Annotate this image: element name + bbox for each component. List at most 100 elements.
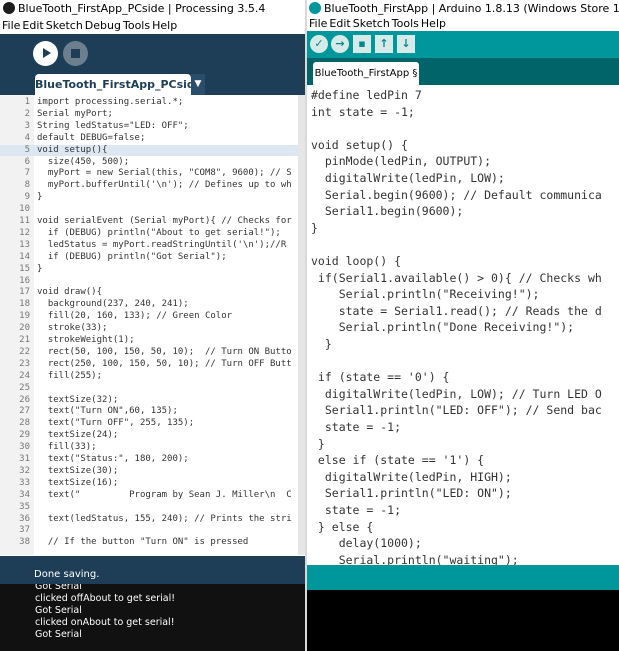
arduino-code-line: state = Serial1.read(); // Reads the d [311,303,602,318]
code-text: default DEBUG=false; [37,132,146,143]
line-number: 27 [19,406,30,417]
processing-code-line: 14 if (DEBUG) println("Got Serial"); [0,252,298,263]
arduino-code-line: void setup() { [311,137,408,152]
line-number: 19 [19,311,30,322]
arduino-code-line: Serial1.begin(9600); [311,204,464,219]
code-text: fill(255); [37,370,103,381]
arduino-window: BlueTooth_FirstApp | Arduino 1.8.13 (Win… [307,0,619,651]
processing-menubar: File Edit Sketch Debug Tools Help [0,17,305,34]
processing-code-line: 1 import processing.serial.*; [0,97,298,108]
arduino-code-line: #define ledPin 7 [311,88,422,102]
line-number: 5 [24,144,30,155]
tab-arduino-sketch[interactable]: BlueTooth_FirstApp § [313,62,419,85]
new-icon[interactable]: ▪ [353,35,371,53]
arduino-code-line: state = -1; [311,420,402,434]
open-icon[interactable]: ↑ [375,35,393,53]
arduino-console [307,590,619,651]
processing-code-line: 20 stroke(33); [0,323,298,334]
line-number: 34 [19,489,30,500]
processing-editor-scrollbar[interactable] [298,95,305,555]
code-text: textSize(24); [37,430,119,441]
console-line: Got Serial [35,605,82,616]
code-text: text(" Program by Sean J. Miller\n C [37,489,292,500]
verify-icon[interactable]: ✓ [310,35,328,53]
processing-menu-tools[interactable]: Tools [123,19,150,32]
line-number: 12 [19,227,30,238]
processing-menu-edit[interactable]: Edit [22,19,43,32]
upload-icon[interactable]: → [331,35,349,53]
line-number: 31 [19,454,30,464]
processing-code-line: 9} [0,192,298,203]
arduino-menu-edit[interactable]: Edit [329,17,350,30]
arduino-code-line: else if (state == '1') { [311,453,485,468]
processing-menu-sketch[interactable]: Sketch [46,19,83,32]
processing-menu-debug[interactable]: Debug [85,19,121,32]
code-text: String ledStatus="LED: OFF"; [37,120,189,131]
line-number: 25 [19,382,30,393]
arduino-code-line [311,120,619,137]
arduino-code-line: Serial1.println("LED: ON"); [311,486,512,501]
line-number: 7 [24,168,30,179]
arduino-code-line [311,353,619,370]
line-number: 6 [24,156,30,167]
code-text: text(ledStatus, 155, 240); // Prints the… [37,513,292,524]
arduino-code-line: int state = -1; [311,104,415,119]
processing-code-line: 12 if (DEBUG) println("About to get seri… [0,228,298,239]
line-number: 2 [24,108,30,119]
code-text: void setup(){ [37,144,108,155]
code-text: myPort = new Serial(this, "COM8", 9600);… [37,168,292,179]
arduino-code-editor[interactable]: #define ledPin 7 int state = -1; void setu… [307,85,619,565]
arduino-code-line: Serial.println("waiting"); [311,552,519,565]
processing-code-line: 7 myPort = new Serial(this, "COM8", 9600… [0,168,298,179]
processing-status-bar: Done saving. [0,566,305,584]
processing-menu-file[interactable]: File [2,19,20,32]
arduino-code-line [311,236,619,253]
arduino-code-line: } [311,436,325,451]
processing-code-editor[interactable]: 1 import processing.serial.*; 2 Serial myPo… [0,95,298,555]
line-number: 29 [19,430,30,441]
processing-window-title: BlueTooth_FirstApp_PCside | Processing 3… [18,2,266,15]
code-text: // If the button "Turn ON" is pressed [37,537,249,548]
run-button[interactable] [33,41,58,66]
arduino-titlebar: BlueTooth_FirstApp | Arduino 1.8.13 (Win… [307,0,619,17]
line-number: 35 [19,501,30,512]
arduino-menu-help[interactable]: Help [421,17,446,30]
arduino-code-line: } [311,220,318,235]
code-text: stroke(33); [37,323,108,334]
processing-code-line: 3 String ledStatus="LED: OFF"; [0,121,298,132]
save-icon[interactable]: ↓ [397,35,415,53]
code-text: text("Turn OFF", 255, 135); [37,418,195,429]
code-text: myPort.bufferUntil('\n'); // Defines up … [37,180,292,191]
stop-button[interactable] [63,41,88,66]
arduino-menu-tools[interactable]: Tools [392,17,419,30]
processing-code-line: 23 rect(250, 100, 150, 50, 10); // Turn … [0,359,298,370]
arduino-code-line: delay(1000); [311,536,422,551]
arduino-code-line: digitalWrite(ledPin, HIGH); [311,469,512,484]
line-number: 11 [19,216,30,226]
code-text: } [37,263,43,274]
processing-code-line: 13 ledStatus = myPort.readStringUntil('\… [0,240,298,251]
processing-menu-help[interactable]: Help [152,19,177,32]
processing-console: Got Serial clicked offAbout to get serial… [0,584,305,651]
line-number: 4 [24,132,30,143]
line-number: 15 [19,263,30,274]
line-number: 32 [19,465,30,476]
code-text: text("Turn ON",60, 135); [37,406,178,417]
arduino-code-line: digitalWrite(ledPin, LOW); [311,171,505,185]
arduino-code-line: if (state == '0') { [311,370,450,385]
code-text: } [37,192,43,203]
code-text: strokeWeight(1); [37,335,135,345]
tab-menu-arrow-icon[interactable]: ▼ [191,74,205,95]
code-text: fill(20, 160, 133); // Green Color [37,311,233,322]
line-number: 1 [24,97,30,107]
code-text: import processing.serial.*; [37,97,184,107]
code-text: size(450, 500); [37,156,130,167]
arduino-code-line: Serial.begin(9600); // Default communica [311,187,602,202]
tab-processing-sketch[interactable]: BlueTooth_FirstApp_PCside [35,74,202,95]
code-text: void serialEvent (Serial myPort){ // Che… [37,216,292,226]
processing-code-line: 31 text("Status:", 180, 200); [0,454,298,465]
arduino-menu-sketch[interactable]: Sketch [353,17,390,30]
console-line: Got Serial [35,629,82,640]
arduino-menu-file[interactable]: File [309,17,327,30]
processing-code-line: 26 textSize(32); [0,395,298,406]
